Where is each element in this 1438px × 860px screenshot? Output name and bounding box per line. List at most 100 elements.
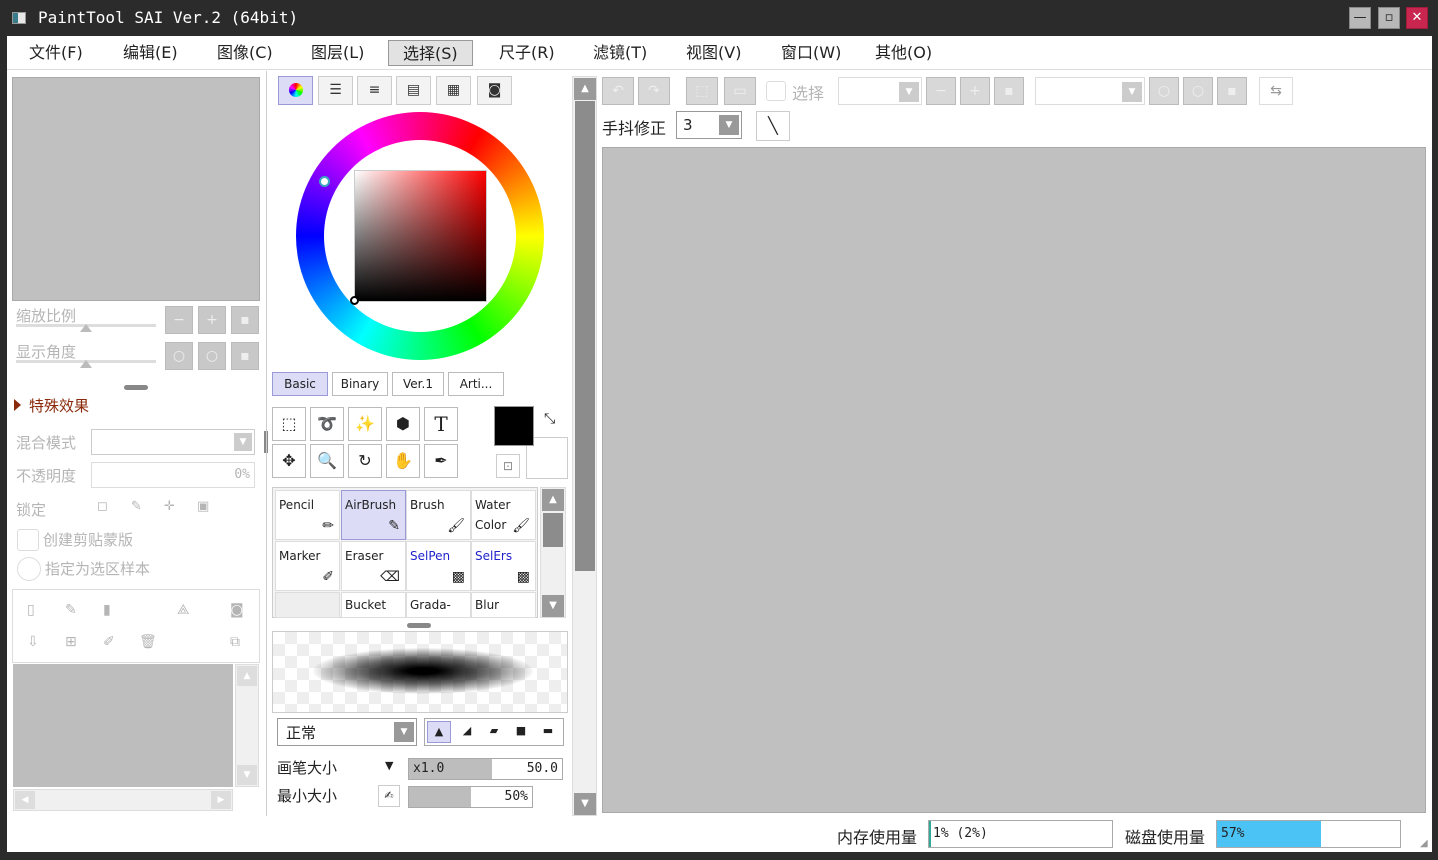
sv-marker[interactable]	[350, 296, 359, 305]
brush-shape-4-icon[interactable]: ■	[509, 721, 533, 743]
shape-icon[interactable]: ⬢	[386, 407, 420, 441]
deselect-icon[interactable]: ⬚	[686, 77, 718, 105]
opacity-slider[interactable]: 0%	[91, 462, 255, 488]
scroll-up-icon[interactable]: ▲	[574, 78, 596, 100]
brush-marker[interactable]: Marker ✐	[275, 541, 340, 591]
text-icon[interactable]: T	[424, 407, 458, 441]
rgb-slider-tab[interactable]: ☰	[318, 76, 353, 105]
hsv-slider-tab[interactable]: ≡	[357, 76, 392, 105]
primary-color-swatch[interactable]	[494, 406, 534, 446]
lasso-icon[interactable]: ➰	[310, 407, 344, 441]
layer-list-hscrollbar[interactable]: ◀ ▶	[13, 789, 233, 811]
eyedropper-icon[interactable]: ✒	[424, 444, 458, 478]
canvas[interactable]	[602, 147, 1426, 813]
canvas-rotate-left-icon[interactable]: ○	[1149, 77, 1179, 105]
merge-down-icon[interactable]: ⊞	[65, 634, 77, 650]
angle-slider-thumb[interactable]	[80, 360, 92, 368]
tool-tab-binary[interactable]: Binary	[332, 372, 388, 396]
create-layer-mask-icon[interactable]: ⟁	[177, 602, 190, 618]
clip-mask-checkbox[interactable]	[17, 529, 39, 551]
palette-tab[interactable]: ▦	[436, 76, 471, 105]
menu-ruler[interactable]: 尺子(R)	[485, 40, 569, 66]
rotate-icon[interactable]: ↻	[348, 444, 382, 478]
blend-mode-select[interactable]: ▼	[91, 429, 255, 455]
lock-move-icon[interactable]: ✛	[164, 499, 175, 514]
layer-list-scrollbar[interactable]: ▲ ▼	[235, 664, 259, 787]
brush-shape-1-icon[interactable]: ▲	[427, 721, 451, 743]
navigator-preview[interactable]	[12, 77, 260, 301]
menu-image[interactable]: 图像(C)	[203, 40, 287, 66]
brush-airbrush[interactable]: AirBrush ✎	[341, 490, 406, 540]
effects-expand-icon[interactable]	[14, 399, 21, 411]
brush-pencil[interactable]: Pencil ✏	[275, 490, 340, 540]
brush-blur[interactable]: Blur	[471, 592, 536, 618]
zoom-slider-thumb[interactable]	[80, 324, 92, 332]
brush-blend-select[interactable]: 正常 ▼	[277, 718, 417, 746]
scroll-left-icon[interactable]: ◀	[15, 791, 35, 809]
straight-line-icon[interactable]: ╲	[756, 111, 790, 141]
zoom-reset-button[interactable]: ▪	[231, 306, 259, 334]
brush-empty-slot[interactable]	[275, 592, 340, 618]
tool-panel-scroll-thumb[interactable]	[575, 101, 595, 571]
new-linear-layer-icon[interactable]: ✎	[65, 602, 77, 618]
brush-brush[interactable]: Brush 🖌	[406, 490, 471, 540]
selection-sample-radio[interactable]	[17, 557, 41, 581]
brush-grid-scroll-thumb[interactable]	[543, 513, 563, 547]
transfer-down-icon[interactable]: ⇩	[27, 634, 39, 650]
canvas-rotate-reset-icon[interactable]: ▪	[1217, 77, 1247, 105]
canvas-zoom-select[interactable]: ▼	[838, 77, 922, 105]
swap-colors-icon[interactable]: ⤡	[544, 411, 555, 427]
rotate-right-button[interactable]: ○	[198, 342, 226, 370]
menu-other[interactable]: 其他(O)	[861, 40, 946, 66]
brush-panel-divider[interactable]	[407, 623, 431, 628]
min-size-slider[interactable]: 50%	[408, 786, 533, 808]
canvas-angle-select[interactable]: ▼	[1035, 77, 1145, 105]
scroll-up-icon[interactable]: ▲	[542, 489, 564, 511]
scroll-right-icon[interactable]: ▶	[211, 791, 231, 809]
canvas-zoom-reset-icon[interactable]: ▪	[994, 77, 1024, 105]
tool-tab-ver1[interactable]: Ver.1	[392, 372, 444, 396]
brush-gradation[interactable]: Grada-	[406, 592, 471, 618]
close-button[interactable]: ✕	[1406, 7, 1428, 29]
scroll-down-icon[interactable]: ▼	[237, 765, 257, 785]
zoom-in-button[interactable]: +	[198, 306, 226, 334]
menu-layer[interactable]: 图层(L)	[297, 40, 378, 66]
menu-select[interactable]: 选择(S)	[388, 40, 473, 66]
brush-grid-scrollbar[interactable]: ▲ ▼	[540, 487, 566, 618]
hue-marker[interactable]	[319, 176, 330, 187]
move-icon[interactable]: ✥	[272, 444, 306, 478]
menu-edit[interactable]: 编辑(E)	[109, 40, 192, 66]
effects-label[interactable]: 特殊效果	[29, 395, 89, 416]
select-checkbox[interactable]	[766, 81, 786, 101]
lock-paint-icon[interactable]: ✎	[131, 499, 142, 514]
canvas-zoom-in-icon[interactable]: +	[960, 77, 990, 105]
zoom-icon[interactable]: 🔍	[310, 444, 344, 478]
rotate-reset-button[interactable]: ▪	[231, 342, 259, 370]
swatch-tab[interactable]: ▤	[396, 76, 431, 105]
rotate-left-button[interactable]: ○	[165, 342, 193, 370]
menu-view[interactable]: 视图(V)	[672, 40, 755, 66]
brush-eraser[interactable]: Eraser ⌫	[341, 541, 406, 591]
brush-size-dropdown-icon[interactable]: ▼	[385, 759, 393, 772]
clear-layer-icon[interactable]: ✐	[103, 634, 115, 650]
tool-panel-scrollbar[interactable]: ▲ ▼	[572, 76, 597, 816]
scratchpad-tab[interactable]: ◙	[477, 76, 512, 105]
flip-canvas-icon[interactable]: ⇆	[1259, 77, 1293, 105]
rect-select-icon[interactable]: ⬚	[272, 407, 306, 441]
brush-shape-5-icon[interactable]: ▬	[536, 721, 560, 743]
zoom-out-button[interactable]: −	[165, 306, 193, 334]
resize-grip-icon[interactable]: ◢	[1420, 838, 1428, 849]
brush-bucket[interactable]: Bucket	[341, 592, 406, 618]
lock-all-icon[interactable]: ▣	[197, 499, 209, 514]
scroll-down-icon[interactable]: ▼	[574, 793, 596, 815]
menu-filter[interactable]: 滤镜(T)	[579, 40, 661, 66]
canvas-zoom-out-icon[interactable]: −	[926, 77, 956, 105]
panel-divider-handle[interactable]	[124, 385, 148, 390]
invert-selection-icon[interactable]: ▭	[724, 77, 756, 105]
brush-size-slider[interactable]: x1.0 50.0	[408, 758, 563, 780]
tool-tab-basic[interactable]: Basic	[272, 372, 328, 396]
brush-shape-2-icon[interactable]: ◢	[455, 721, 479, 743]
redo-icon[interactable]: ↷	[638, 77, 670, 105]
menu-window[interactable]: 窗口(W)	[767, 40, 855, 66]
brush-watercolor[interactable]: Water Color 🖌	[471, 490, 536, 540]
